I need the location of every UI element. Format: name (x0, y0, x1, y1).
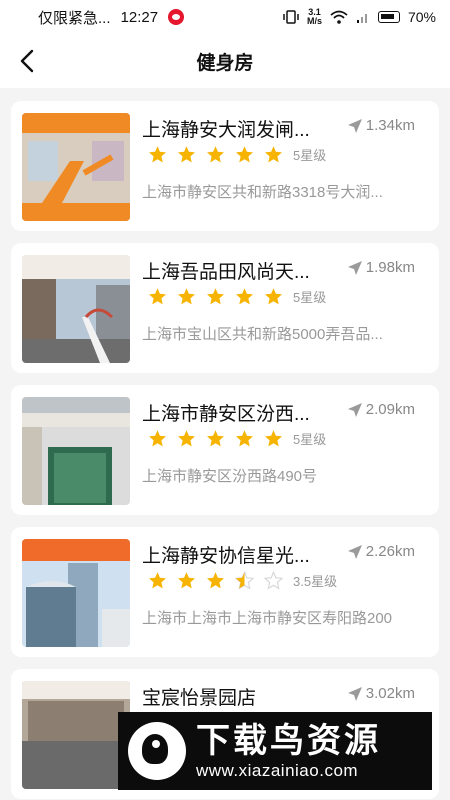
location-arrow-icon (347, 686, 362, 701)
star-icon (207, 430, 224, 447)
gym-name[interactable]: 宝宸怡景园店 (142, 683, 334, 710)
star-icon (265, 146, 282, 163)
network-speed-unit: M/s (306, 16, 322, 26)
rating-label: 5星级 (293, 290, 327, 305)
star-icon (149, 572, 166, 589)
app-header: 健身房 (0, 34, 450, 88)
rating-stars: 5星级 (148, 287, 326, 306)
gym-thumbnail (22, 255, 130, 363)
battery-level: 70% (407, 9, 436, 25)
gym-distance: 1.98km (347, 259, 415, 276)
gym-distance: 2.09km (347, 401, 415, 418)
rating-label: 3.5星级 (293, 574, 338, 589)
rating-stars: 5星级 (148, 429, 326, 448)
wifi-icon (330, 10, 348, 24)
network-speed: 3.1 M/s (307, 8, 322, 26)
gym-thumbnail (22, 113, 130, 221)
rating-label: 5星级 (293, 148, 327, 163)
gym-address: 上海市静安区汾西路490号 (142, 468, 318, 485)
location-arrow-icon (347, 118, 362, 133)
rating-label: 5星级 (293, 432, 327, 447)
gym-address: 上海市上海市上海市静安区寿阳路200 (142, 610, 393, 627)
location-arrow-icon (347, 260, 362, 275)
gym-name[interactable]: 上海静安大润发闸... (142, 115, 334, 142)
vibrate-icon (283, 10, 299, 24)
distance-value: 2.26km (365, 543, 415, 560)
distance-value: 2.09km (365, 401, 415, 418)
star-icon (236, 288, 253, 305)
bird-logo-icon (128, 722, 186, 780)
star-icon (149, 146, 166, 163)
distance-value: 1.98km (365, 259, 415, 276)
star-icon (265, 288, 282, 305)
gym-address: 上海市静安区共和新路3318号大润... (142, 184, 383, 201)
half-star-icon (235, 571, 254, 590)
star-icon (207, 146, 224, 163)
carrier-text: 仅限紧急... (38, 9, 111, 27)
star-icon (178, 430, 195, 447)
distance-value: 1.34km (365, 117, 415, 134)
star-icon (178, 288, 195, 305)
empty-star-icon (264, 571, 283, 590)
status-bar: 仅限紧急... 12:27 3.1 M/s 70% (0, 0, 450, 34)
gym-card[interactable]: 上海吾品田风尚天... 1.98km 5星级 上海市宝山区共和新路5000弄吾品… (11, 243, 439, 373)
chevron-left-icon (20, 49, 34, 73)
star-icon (236, 430, 253, 447)
gym-thumbnail (22, 539, 130, 647)
star-icon (149, 430, 166, 447)
gym-name[interactable]: 上海静安协信星光... (142, 541, 334, 568)
gym-distance: 1.34km (347, 117, 415, 134)
watermark-banner: 下载鸟资源 www.xiazainiao.com (118, 712, 432, 790)
star-icon (236, 146, 253, 163)
back-button[interactable] (12, 46, 42, 76)
star-icon (178, 572, 195, 589)
gym-list[interactable]: 上海静安大润发闸... 1.34km 5星级 上海市静安区共和新路3318号大润… (0, 88, 450, 800)
battery-icon (377, 11, 400, 23)
rating-stars: 3.5星级 (148, 571, 337, 590)
gym-name[interactable]: 上海吾品田风尚天... (142, 257, 334, 284)
weibo-notification-icon (168, 9, 185, 25)
gym-card[interactable]: 上海静安大润发闸... 1.34km 5星级 上海市静安区共和新路3318号大润… (11, 101, 439, 231)
star-icon (178, 146, 195, 163)
location-arrow-icon (347, 402, 362, 417)
watermark-title: 下载鸟资源 (196, 722, 381, 760)
gym-distance: 2.26km (347, 543, 415, 560)
gym-address: 上海市宝山区共和新路5000弄吾品... (142, 326, 383, 343)
gym-thumbnail (22, 681, 130, 789)
gym-name[interactable]: 上海市静安区汾西... (142, 399, 334, 426)
watermark-url: www.xiazainiao.com (196, 761, 359, 780)
star-icon (207, 572, 224, 589)
star-icon (265, 430, 282, 447)
star-icon (207, 288, 224, 305)
clock: 12:27 (120, 8, 159, 26)
signal-icon (356, 14, 367, 23)
distance-value: 3.02km (365, 685, 415, 702)
rating-stars: 5星级 (148, 145, 326, 164)
location-arrow-icon (347, 544, 362, 559)
page-title: 健身房 (196, 52, 254, 74)
star-icon (149, 288, 166, 305)
gym-card[interactable]: 上海静安协信星光... 2.26km 3.5星级 上海市上海市上海市静安区寿阳路… (11, 527, 439, 657)
gym-thumbnail (22, 397, 130, 505)
gym-distance: 3.02km (347, 685, 415, 702)
gym-card[interactable]: 上海市静安区汾西... 2.09km 5星级 上海市静安区汾西路490号 (11, 385, 439, 515)
